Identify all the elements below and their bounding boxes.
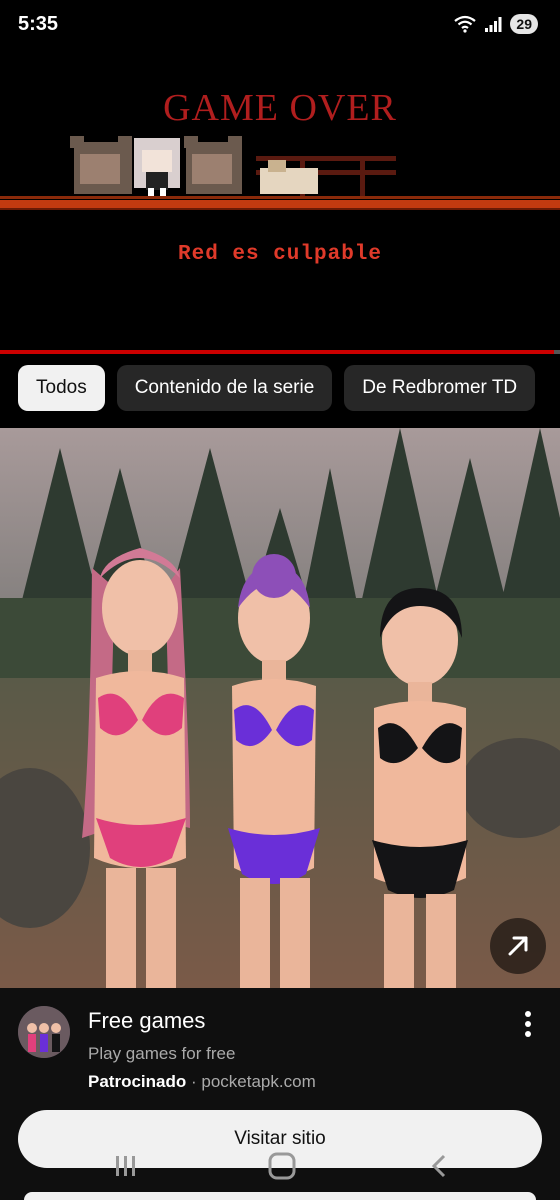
chip-contenido-serie[interactable]: Contenido de la serie: [116, 365, 333, 411]
back-icon[interactable]: [431, 1154, 446, 1178]
ad-media-image[interactable]: [0, 428, 560, 988]
video-title-text: GAME OVER: [163, 87, 397, 129]
separator-dot: ·: [190, 1072, 197, 1091]
video-progress-fill: [0, 350, 555, 354]
ad-description: Play games for free: [88, 1044, 236, 1063]
open-link-button[interactable]: [490, 918, 546, 974]
system-nav-bar: [116, 1152, 446, 1180]
ad-scene-illustration: [0, 428, 560, 988]
wifi-icon: [454, 15, 477, 33]
arrow-up-right-icon: [508, 936, 528, 956]
status-time: 5:35: [18, 13, 59, 35]
ad-title[interactable]: Free games: [88, 1008, 205, 1034]
next-card-edge: [24, 1192, 536, 1200]
video-caption-text: Red es culpable: [177, 243, 383, 266]
video-player[interactable]: GAME OVER Red es culpable: [0, 50, 560, 350]
ad-sponsor-line: Patrocinado · pocketapk.com: [88, 1072, 316, 1092]
chip-de-redbromer[interactable]: De Redbromer TD: [344, 365, 536, 411]
more-vert-icon[interactable]: [524, 1010, 532, 1038]
sponsored-label: Patrocinado: [88, 1072, 187, 1091]
signal-icon: [485, 17, 502, 32]
video-progress-bar[interactable]: [0, 350, 560, 354]
ad-domain: pocketapk.com: [201, 1072, 316, 1091]
avatar-illustration: [18, 1006, 70, 1058]
status-bar: 5:35 29: [0, 0, 560, 50]
filter-chips: Todos Contenido de la serie De Redbromer…: [18, 365, 536, 411]
battery-indicator: 29: [510, 14, 538, 34]
recent-apps-icon[interactable]: [116, 1156, 135, 1176]
status-icons: 29: [454, 14, 538, 34]
pixel-art-scene: [0, 136, 560, 210]
chip-todos[interactable]: Todos: [18, 365, 105, 411]
advertiser-avatar[interactable]: [18, 1006, 70, 1058]
home-icon[interactable]: [268, 1152, 296, 1180]
